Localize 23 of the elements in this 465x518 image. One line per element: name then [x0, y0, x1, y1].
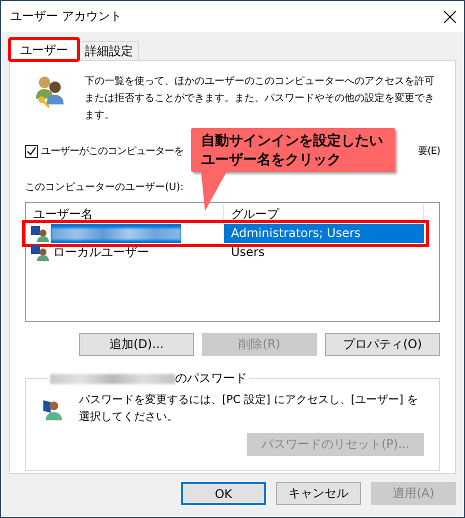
dialog-button[interactable]: キャンセル: [276, 482, 361, 505]
callout-pointer: [201, 171, 227, 211]
window-title: ユーザー アカウント: [10, 8, 122, 25]
user-computer-icon: [31, 244, 49, 261]
tab[interactable]: 詳細設定: [79, 41, 139, 60]
group-cell: Administrators; Users: [224, 224, 424, 243]
checkbox-label: ユーザーがこのコンピューターを: [41, 145, 184, 158]
checkbox[interactable]: [25, 144, 38, 158]
user-computer-icon: [31, 225, 49, 242]
tab[interactable]: ユーザー: [9, 38, 79, 61]
group-cell-text: Users: [230, 244, 266, 261]
dialog-button[interactable]: OK: [181, 482, 266, 505]
user-name: ローカルユーザー: [52, 244, 149, 261]
close-icon[interactable]: [444, 10, 456, 22]
user-row[interactable]: ローカルユーザー Users: [26, 243, 425, 262]
user-row[interactable]: Administrators; Users: [26, 224, 425, 243]
checkbox-label: 要(E): [418, 145, 440, 158]
users-label: このコンピューターのユーザー(U):: [25, 181, 184, 194]
password-hint: パスワードを変更するには、[PC 設定] にアクセスし、[ユーザー] を選択してください。: [79, 392, 419, 425]
intro-text: 下の一覧を使って、ほかのユーザーのこのコンピューターへのアクセスを許可または拒否することができます。また、パスワードやその他の設定を変更できます。: [84, 74, 436, 123]
action-button[interactable]: 追加(D)...: [79, 333, 194, 356]
group-title: のパスワード: [175, 370, 247, 387]
action-button[interactable]: プロパティ(O): [325, 333, 440, 356]
